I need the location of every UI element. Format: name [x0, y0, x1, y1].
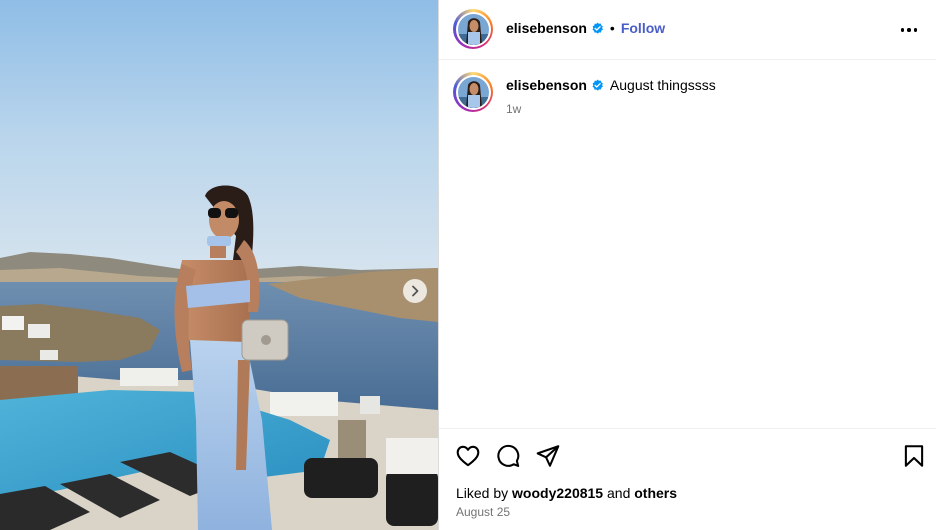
- avatar[interactable]: [453, 9, 493, 49]
- share-icon[interactable]: [535, 443, 561, 469]
- header-username[interactable]: elisebenson: [506, 20, 587, 36]
- avatar-image: [457, 76, 489, 108]
- follow-button[interactable]: Follow: [621, 20, 665, 36]
- likes-summary: Liked by woody220815 and others: [456, 485, 677, 501]
- verified-badge-icon: [592, 79, 603, 91]
- caption-username[interactable]: elisebenson: [506, 77, 587, 93]
- heart-icon[interactable]: [455, 443, 481, 469]
- save-icon[interactable]: [901, 443, 927, 469]
- caption-timestamp[interactable]: 1w: [506, 102, 521, 116]
- chevron-right-icon: [412, 285, 419, 297]
- caption-avatar[interactable]: [453, 72, 493, 112]
- liked-by-user[interactable]: woody220815: [512, 485, 603, 501]
- post-details-panel: elisebenson • Follow elisebenson August …: [438, 0, 936, 530]
- post-photo[interactable]: [0, 0, 438, 530]
- post-actions: Liked by woody220815 and others August 2…: [439, 428, 936, 530]
- more-options-icon[interactable]: [897, 18, 921, 42]
- post-date[interactable]: August 25: [456, 505, 510, 519]
- verified-badge-icon: [592, 22, 603, 34]
- likes-prefix: Liked by: [456, 485, 509, 501]
- comment-icon[interactable]: [495, 443, 521, 469]
- post-image: [0, 0, 438, 530]
- header-user-row: elisebenson • Follow: [506, 20, 665, 36]
- separator-dot: •: [609, 20, 615, 36]
- avatar-image: [457, 13, 489, 45]
- next-photo-button[interactable]: [403, 279, 427, 303]
- post-header: elisebenson • Follow: [439, 0, 936, 60]
- caption-text: August thingssss: [609, 77, 716, 93]
- likes-joiner: and: [607, 485, 631, 501]
- likes-others-link[interactable]: others: [634, 485, 677, 501]
- caption-row: elisebenson August thingssss: [506, 77, 716, 93]
